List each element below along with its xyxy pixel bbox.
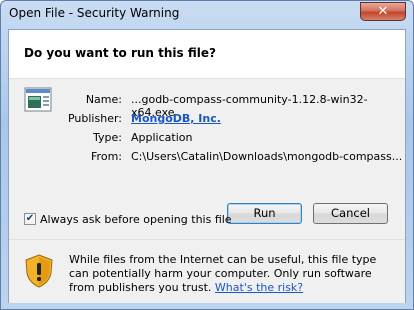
type-value: Application [131, 131, 193, 144]
from-value: C:\Users\Catalin\Downloads\mongodb-compa… [131, 150, 403, 163]
cancel-button[interactable]: Cancel [313, 203, 388, 224]
shield-warning-icon [25, 254, 53, 288]
close-icon: ✕ [377, 4, 389, 19]
run-button[interactable]: Run [227, 203, 302, 224]
dialog-header: Do you want to run this file? [9, 30, 405, 79]
always-ask-label[interactable]: Always ask before opening this file [40, 213, 232, 226]
close-button[interactable]: ✕ [360, 2, 406, 21]
always-ask-checkbox[interactable]: ✔ [24, 213, 36, 225]
publisher-label: Publisher: [67, 112, 122, 125]
dialog-client-area: Do you want to run this file? Name: ...g… [8, 29, 406, 303]
from-label: From: [91, 150, 122, 163]
check-mark-icon: ✔ [25, 213, 35, 224]
whats-the-risk-link[interactable]: What's the risk? [215, 281, 303, 294]
dialog-heading: Do you want to run this file? [24, 46, 216, 60]
warning-footer: While files from the Internet can be use… [9, 239, 405, 303]
warning-message: While files from the Internet can be use… [69, 253, 399, 295]
publisher-link[interactable]: MongoDB, Inc. [131, 112, 221, 125]
security-warning-dialog: Open File - Security Warning ✕ Do you wa… [0, 0, 414, 310]
title-bar[interactable]: Open File - Security Warning ✕ [1, 1, 413, 27]
name-label: Name: [85, 93, 122, 106]
type-label: Type: [93, 131, 122, 144]
window-title: Open File - Security Warning [9, 6, 180, 20]
